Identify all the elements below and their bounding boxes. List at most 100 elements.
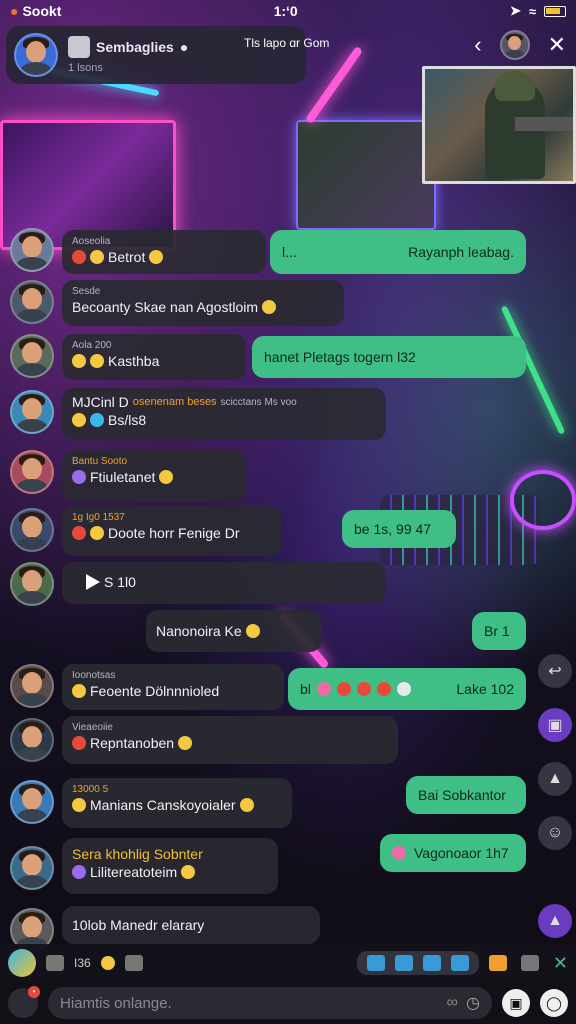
message-bubble[interactable]: Bantu Sooto Ftiuletanet [62, 450, 246, 502]
chat-header[interactable]: Sembaglies ● 1 lsons [6, 26, 306, 84]
wifi-icon: ≈ [528, 3, 536, 19]
outgoing-message[interactable]: bl Lake 102 [288, 668, 526, 710]
outgoing-message[interactable]: Bai Sobkantor [406, 776, 526, 814]
outgoing-message[interactable]: l... Rayanph leabag. [270, 230, 526, 274]
lock-icon[interactable] [488, 955, 507, 971]
avatar[interactable] [10, 664, 54, 708]
avatar[interactable] [10, 334, 54, 378]
message-input[interactable] [60, 994, 439, 1012]
download-icon[interactable] [520, 955, 539, 971]
emoji-icon [72, 413, 86, 427]
message-text: Feoente Dölnnnioled [90, 683, 220, 699]
message-bubble[interactable]: 10lob Manedr elarary [62, 906, 320, 944]
close-icon[interactable]: ✕ [553, 954, 568, 972]
avatar[interactable] [10, 508, 54, 552]
close-icon[interactable]: ✕ [548, 32, 566, 58]
outgoing-message[interactable]: Vagonoaor 1h7 [380, 834, 526, 872]
emoji-icon [245, 624, 260, 638]
image-icon[interactable] [46, 955, 64, 971]
avatar[interactable] [10, 718, 54, 762]
emoji-icon [72, 470, 86, 484]
status-badge: osenenam beses [132, 396, 217, 408]
play-icon[interactable] [86, 574, 100, 590]
sunglasses-icon: ● [179, 39, 189, 55]
avatar[interactable] [10, 846, 54, 890]
status-bar: ● Sookt 1:ʻ0 ➤ ≈ [0, 0, 576, 22]
message-text: S 1l0 [104, 574, 136, 590]
message-text: Rayanph leabag. [408, 244, 514, 260]
emoji-icon [90, 413, 104, 427]
message-bubble[interactable]: Aola 200 Kasthba [62, 334, 246, 380]
emoji-icon [356, 682, 371, 696]
outgoing-message[interactable]: be 1s, 99 47 [342, 510, 456, 548]
caller-avatar[interactable] [499, 30, 530, 60]
status-time: 1:ʻ0 [273, 3, 298, 19]
thumbs-up-icon[interactable]: ▲ [538, 762, 572, 796]
emoji-icon [149, 250, 164, 264]
timer-icon[interactable]: ◷ [466, 993, 480, 1013]
emoji-icon [181, 865, 196, 879]
avatar[interactable] [10, 562, 54, 606]
message-meta: scicctans Ms voo [220, 396, 297, 408]
location-icon: ➤ [509, 3, 521, 18]
mic-button[interactable]: ◯ [540, 989, 568, 1017]
composer: • ∞ ◷ ▣ ◯ [0, 982, 576, 1024]
message-bubble[interactable]: Sera khohlig Sobnter Lilitereatoteim [62, 838, 278, 894]
reply-icon[interactable]: ↩ [538, 654, 572, 688]
link-icon[interactable]: ∞ [447, 994, 458, 1012]
message-text: Betrot [108, 249, 146, 265]
sticker-icon[interactable]: ▲ [538, 904, 572, 938]
video-pip[interactable] [422, 66, 576, 184]
emoji-icon [239, 798, 254, 812]
message-text: Bs/ls8 [108, 412, 147, 428]
chat-title: Tls lapo ɑr Gom [244, 36, 330, 50]
document-icon[interactable] [366, 955, 385, 971]
message-bubble[interactable]: Sesde Becoanty Skae nan Agostloim [62, 280, 344, 326]
emoji-icon [90, 354, 104, 368]
avatar[interactable] [10, 228, 54, 272]
message-bubble[interactable]: 13000 5 Manians Canskoyoialer [62, 778, 292, 828]
avatar[interactable] [10, 780, 54, 824]
gallery-icon[interactable] [450, 955, 469, 971]
folder-icon[interactable] [394, 955, 413, 971]
react-icon[interactable]: ☺ [538, 816, 572, 850]
app-logo-icon: ● [10, 3, 19, 19]
mail-icon[interactable] [422, 955, 441, 971]
sender-name: Vieaeoiie [72, 722, 113, 733]
sender-name: 1g Ig0 1537 [72, 512, 125, 523]
message-text: Doote horr Fenige Dr [108, 525, 240, 541]
message-bubble[interactable]: Ioonotsas Feoente Dölnnnioled [62, 664, 284, 710]
message-bubble[interactable]: Nanonoira Ke [146, 610, 322, 652]
message-text: be 1s, 99 47 [354, 521, 432, 537]
message-bubble[interactable]: Aoseolia Betrot [62, 230, 266, 274]
emoji-icon [72, 684, 86, 698]
emoji-icon[interactable] [100, 956, 115, 970]
message-bubble[interactable]: Vieaeoiie Repntanoben [62, 716, 398, 764]
profile-thumb-icon [68, 36, 90, 58]
emoji-icon [72, 526, 86, 540]
avatar[interactable] [10, 280, 54, 324]
group-avatar[interactable] [14, 33, 58, 77]
attach-button[interactable]: • [8, 986, 40, 1018]
message-bubble[interactable]: MJCinl Dosenenam beses scicctans Ms voo B… [62, 388, 386, 440]
apps-icon[interactable] [8, 949, 36, 977]
camera-button[interactable]: ▣ [502, 989, 530, 1017]
message-text: Lilitereatoteim [90, 864, 178, 880]
record-icon[interactable]: ▣ [538, 708, 572, 742]
message-bubble[interactable]: S 1l0 [62, 562, 386, 604]
back-icon[interactable]: ‹ [474, 32, 481, 58]
emoji-icon [396, 682, 411, 696]
outgoing-message[interactable]: Br 1 [472, 612, 526, 650]
gif-icon[interactable] [124, 955, 143, 971]
message-text: bl [300, 681, 311, 697]
emoji-icon [72, 798, 86, 812]
outgoing-message[interactable]: hanet Pletags togern l32 [252, 336, 526, 378]
emoji-icon [72, 250, 86, 264]
headset-glow [510, 470, 576, 530]
message-bubble[interactable]: 1g Ig0 1537 Doote horr Fenige Dr [62, 506, 282, 556]
sender-name: Aola 200 [72, 340, 112, 351]
avatar[interactable] [10, 390, 54, 434]
avatar[interactable] [10, 450, 54, 494]
sender-name: Sera khohlig Sobnter [72, 846, 203, 862]
chat-name: Sembaglies [96, 39, 174, 55]
